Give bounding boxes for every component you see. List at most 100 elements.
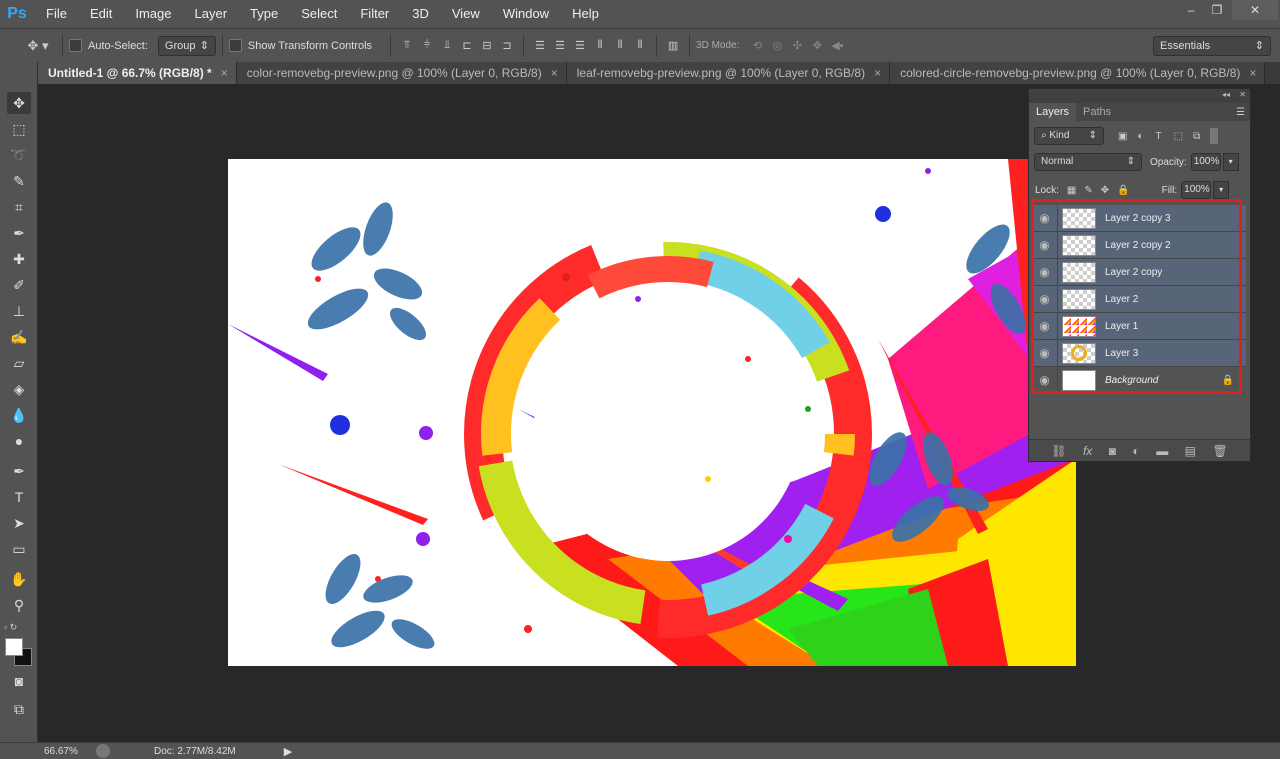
distribute-right-icon[interactable]: ⦀	[630, 36, 650, 56]
dodge-tool-icon[interactable]: ●	[7, 430, 31, 452]
menu-file[interactable]: File	[34, 0, 78, 28]
new-adjustment-icon[interactable]: ◐	[1132, 444, 1139, 458]
hand-tool-icon[interactable]: ✋	[7, 568, 31, 590]
healing-brush-tool-icon[interactable]: ✚	[7, 248, 31, 270]
lock-position-icon[interactable]: ✥	[1101, 185, 1109, 196]
foreground-color-swatch[interactable]	[5, 638, 23, 656]
delete-layer-icon[interactable]: 🗑	[1212, 444, 1227, 458]
fill-input[interactable]: 100%	[1181, 181, 1212, 199]
filter-kind-dropdown[interactable]: ⌕ Kind ⇕	[1034, 127, 1104, 145]
tab-colored-circle-removebg[interactable]: colored-circle-removebg-preview.png @ 10…	[890, 62, 1266, 84]
layer-row-layer-1[interactable]: ◉ Layer 1	[1032, 312, 1246, 340]
lock-all-icon[interactable]: 🔒	[1117, 185, 1129, 196]
eraser-tool-icon[interactable]: ▱	[7, 352, 31, 374]
move-tool-preset-icon[interactable]: ✥ ▾	[20, 36, 56, 56]
crop-tool-icon[interactable]: ⌗	[7, 196, 31, 218]
menu-image[interactable]: Image	[123, 0, 182, 28]
3d-pan-icon[interactable]: ✣	[787, 36, 807, 56]
align-left-icon[interactable]: ⊏	[457, 36, 477, 56]
lock-pixels-icon[interactable]: ✎	[1084, 185, 1092, 196]
add-mask-icon[interactable]: ◙	[1109, 444, 1116, 458]
history-brush-tool-icon[interactable]: ✍	[7, 326, 31, 348]
collapse-icon[interactable]: ◂◂	[1222, 90, 1230, 99]
quick-select-tool-icon[interactable]: ✎	[7, 170, 31, 192]
type-tool-icon[interactable]: T	[7, 486, 31, 508]
default-colors-icon[interactable]: ▫ ↻	[4, 622, 17, 633]
lock-transparent-icon[interactable]: ▦	[1067, 185, 1076, 196]
paint-bucket-tool-icon[interactable]: ◈	[7, 378, 31, 400]
lasso-tool-icon[interactable]: ➰	[7, 144, 31, 166]
filter-toggle-icon[interactable]	[1210, 128, 1219, 144]
menu-type[interactable]: Type	[238, 0, 289, 28]
screen-mode-icon[interactable]: ⧉	[7, 698, 31, 720]
zoom-tool-icon[interactable]: ⚲	[7, 594, 31, 616]
new-group-icon[interactable]: ▬	[1156, 444, 1168, 458]
menu-3d[interactable]: 3D	[400, 0, 440, 28]
visibility-eye-icon[interactable]: ◉	[1032, 285, 1058, 313]
menu-help[interactable]: Help	[560, 0, 610, 28]
visibility-eye-icon[interactable]: ◉	[1032, 339, 1058, 367]
distribute-hcenter-icon[interactable]: ⦀	[610, 36, 630, 56]
auto-select-dropdown[interactable]: Group ⇕	[157, 35, 216, 56]
align-top-icon[interactable]: ⫪	[397, 36, 417, 56]
panel-close-icon[interactable]: ✕	[1239, 90, 1246, 99]
visibility-eye-icon[interactable]: ◉	[1032, 258, 1058, 286]
show-transform-checkbox[interactable]	[228, 39, 242, 52]
tab-color-removebg[interactable]: color-removebg-preview.png @ 100% (Layer…	[236, 62, 567, 84]
opacity-input[interactable]: 100%	[1190, 153, 1221, 171]
smart-object-filter-icon[interactable]: ⧉	[1193, 131, 1200, 142]
tab-leaf-removebg[interactable]: leaf-removebg-preview.png @ 100% (Layer …	[566, 62, 891, 84]
layer-row-layer-2-copy[interactable]: ◉ Layer 2 copy	[1032, 258, 1246, 286]
pixel-filter-icon[interactable]: ▣	[1118, 131, 1127, 142]
align-right-icon[interactable]: ⊐	[497, 36, 517, 56]
quick-mask-icon[interactable]: ◙	[7, 670, 31, 692]
document-canvas[interactable]	[228, 159, 1076, 666]
type-filter-icon[interactable]: T	[1156, 131, 1162, 142]
layer-row-layer-2-copy-3[interactable]: ◉ Layer 2 copy 3	[1032, 204, 1246, 232]
blur-tool-icon[interactable]: 💧	[7, 404, 31, 426]
visibility-eye-icon[interactable]: ◉	[1032, 312, 1058, 340]
align-vcenter-icon[interactable]: ⫩	[417, 36, 437, 56]
3d-scale-icon[interactable]: ◀▪	[827, 36, 847, 56]
restore-icon[interactable]: ❐	[1202, 0, 1232, 20]
distribute-top-icon[interactable]: ☰	[530, 36, 550, 56]
new-layer-icon[interactable]: ▤	[1185, 444, 1196, 458]
close-icon[interactable]: ×	[221, 62, 228, 84]
tab-paths[interactable]: Paths	[1076, 103, 1118, 121]
close-window-icon[interactable]: ✕	[1232, 0, 1278, 20]
distribute-left-icon[interactable]: ⦀	[590, 36, 610, 56]
path-selection-tool-icon[interactable]: ➤	[7, 512, 31, 534]
tab-untitled-1[interactable]: Untitled-1 @ 66.7% (RGB/8) * ×	[38, 62, 237, 84]
visibility-eye-icon[interactable]: ◉	[1032, 231, 1058, 259]
distribute-bottom-icon[interactable]: ☰	[570, 36, 590, 56]
move-tool-icon[interactable]: ✥	[7, 92, 31, 114]
menu-select[interactable]: Select	[289, 0, 348, 28]
menu-edit[interactable]: Edit	[78, 0, 123, 28]
menu-view[interactable]: View	[440, 0, 491, 28]
link-layers-icon[interactable]: ⛓	[1051, 444, 1066, 458]
blend-mode-dropdown[interactable]: Normal ⇕	[1034, 153, 1142, 171]
align-bottom-icon[interactable]: ⫫	[437, 36, 457, 56]
share-icon[interactable]	[96, 744, 110, 758]
pen-tool-icon[interactable]: ✒	[7, 460, 31, 482]
eyedropper-tool-icon[interactable]: ✒	[7, 222, 31, 244]
close-icon[interactable]: ×	[551, 62, 558, 84]
distribute-vcenter-icon[interactable]: ☰	[550, 36, 570, 56]
menu-filter[interactable]: Filter	[348, 0, 400, 28]
visibility-eye-icon[interactable]: ◉	[1032, 204, 1058, 232]
marquee-tool-icon[interactable]: ⬚	[7, 118, 31, 140]
adjustment-filter-icon[interactable]: ◐	[1137, 131, 1143, 142]
3d-orbit-icon[interactable]: ⟲	[747, 36, 767, 56]
align-hcenter-icon[interactable]: ⊟	[477, 36, 497, 56]
layer-row-layer-3[interactable]: ◉ Layer 3	[1032, 339, 1246, 367]
layer-style-fx-icon[interactable]: fx	[1083, 444, 1092, 458]
panel-menu-icon[interactable]: ☰	[1236, 107, 1245, 118]
opacity-slider-toggle-icon[interactable]: ▾	[1222, 153, 1239, 171]
close-icon[interactable]: ×	[874, 62, 881, 84]
layer-row-layer-2[interactable]: ◉ Layer 2	[1032, 285, 1246, 313]
rectangle-tool-icon[interactable]: ▭	[7, 538, 31, 560]
menu-layer[interactable]: Layer	[183, 0, 239, 28]
brush-tool-icon[interactable]: ✐	[7, 274, 31, 296]
visibility-eye-icon[interactable]: ◉	[1032, 366, 1058, 394]
auto-select-checkbox[interactable]	[69, 39, 82, 52]
